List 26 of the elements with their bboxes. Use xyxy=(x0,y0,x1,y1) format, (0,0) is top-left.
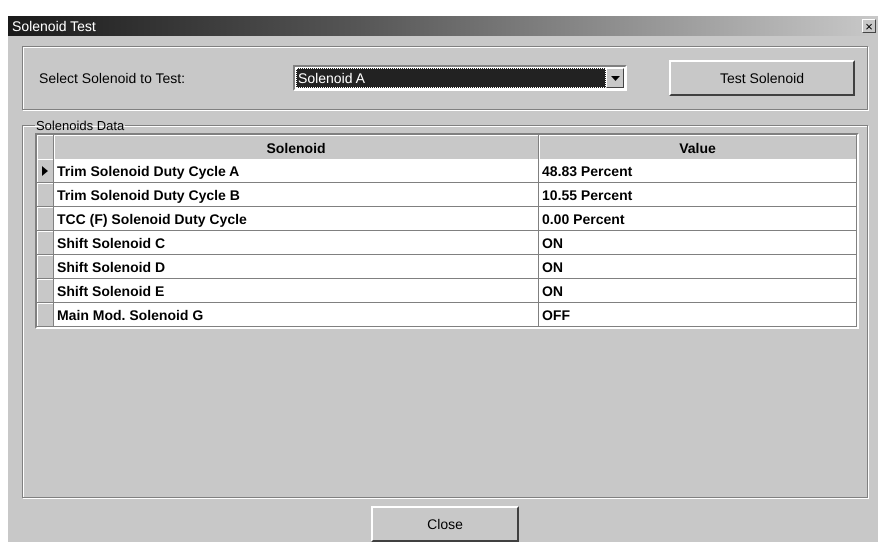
row-selector[interactable] xyxy=(37,159,54,183)
table-cell: OFF xyxy=(539,303,857,327)
table-cell: ON xyxy=(539,255,857,279)
solenoid-dropdown[interactable]: Solenoid A xyxy=(293,65,627,91)
window-title: Solenoid Test xyxy=(12,18,96,34)
close-dialog-button[interactable]: Close xyxy=(371,506,519,542)
table-cell: Trim Solenoid Duty Cycle B xyxy=(54,183,539,207)
table-cell: TCC (F) Solenoid Duty Cycle xyxy=(54,207,539,231)
table-cell: Trim Solenoid Duty Cycle A xyxy=(54,159,539,183)
close-button[interactable]: × xyxy=(862,19,876,33)
table-cell: 48.83 Percent xyxy=(539,159,857,183)
table-cell: 0.00 Percent xyxy=(539,207,857,231)
table-cell: ON xyxy=(539,279,857,303)
dropdown-arrow-icon xyxy=(610,76,620,80)
column-header[interactable]: Value xyxy=(539,135,857,161)
group-title: Solenoids Data xyxy=(35,118,126,133)
table-cell: 10.55 Percent xyxy=(539,183,857,207)
table-cell: Shift Solenoid D xyxy=(54,255,539,279)
test-solenoid-button[interactable]: Test Solenoid xyxy=(669,60,855,96)
table-cell: ON xyxy=(539,231,857,255)
table-cell: Shift Solenoid E xyxy=(54,279,539,303)
table-cell: Main Mod. Solenoid G xyxy=(54,303,539,327)
current-row-icon xyxy=(42,166,48,176)
select-label: Select Solenoid to Test: xyxy=(39,70,186,86)
table-cell: Shift Solenoid C xyxy=(54,231,539,255)
column-header[interactable]: Solenoid xyxy=(54,135,539,161)
